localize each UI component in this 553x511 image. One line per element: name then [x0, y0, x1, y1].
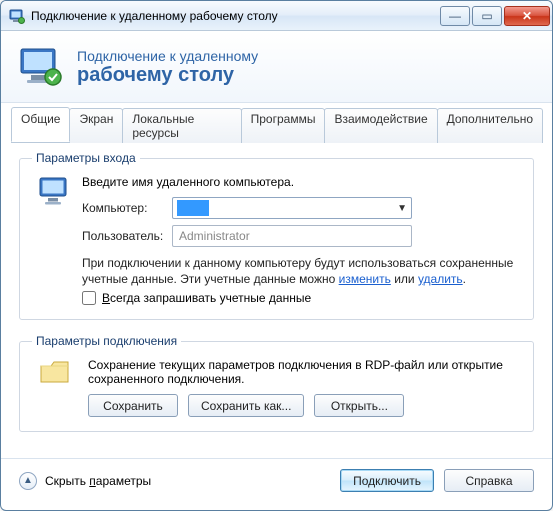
- minimize-button[interactable]: —: [440, 6, 470, 26]
- always-ask-label: Всегда запрашивать учетные данные: [102, 291, 311, 305]
- login-group: Параметры входа Введите имя удаленного к…: [19, 151, 534, 320]
- tab-strip: Общие Экран Локальные ресурсы Программы …: [11, 107, 542, 143]
- always-ask-input[interactable]: [82, 291, 96, 305]
- header-banner: Подключение к удаленному рабочему столу: [1, 31, 552, 103]
- window-title: Подключение к удаленному рабочему столу: [31, 9, 440, 23]
- hide-options-toggle[interactable]: ▲ Скрыть параметры: [19, 472, 151, 490]
- tab-programs[interactable]: Программы: [241, 108, 326, 143]
- folder-icon: [32, 358, 78, 417]
- open-button[interactable]: Открыть...: [314, 394, 404, 417]
- connection-group: Параметры подключения Сохранение текущих…: [19, 334, 534, 432]
- computer-value: [177, 200, 209, 216]
- save-as-button[interactable]: Сохранить как...: [188, 394, 304, 417]
- tab-advanced[interactable]: Дополнительно: [437, 108, 543, 143]
- connect-button[interactable]: Подключить: [340, 469, 434, 492]
- tab-display[interactable]: Экран: [69, 108, 123, 143]
- connection-legend: Параметры подключения: [32, 334, 181, 348]
- chevron-up-icon: ▲: [19, 472, 37, 490]
- user-label: Пользователь:: [82, 229, 172, 243]
- maximize-button[interactable]: ▭: [472, 6, 502, 26]
- login-intro: Введите имя удаленного компьютера.: [82, 175, 521, 189]
- hide-options-label: Скрыть параметры: [45, 474, 151, 488]
- tab-experience[interactable]: Взаимодействие: [324, 108, 437, 143]
- computer-icon: [32, 175, 78, 305]
- login-legend: Параметры входа: [32, 151, 140, 165]
- computer-combo[interactable]: ▼: [172, 197, 412, 219]
- credentials-note: При подключении к данному компьютеру буд…: [82, 255, 521, 287]
- computer-label: Компьютер:: [82, 201, 172, 215]
- close-button[interactable]: ✕: [504, 6, 550, 26]
- username-input[interactable]: [172, 225, 412, 247]
- rdp-window: Подключение к удаленному рабочему столу …: [0, 0, 553, 511]
- help-button[interactable]: Справка: [444, 469, 534, 492]
- tab-local-resources[interactable]: Локальные ресурсы: [122, 108, 241, 143]
- title-bar[interactable]: Подключение к удаленному рабочему столу …: [1, 1, 552, 31]
- rdp-icon: [19, 45, 63, 89]
- save-button[interactable]: Сохранить: [88, 394, 178, 417]
- delete-credentials-link[interactable]: удалить: [418, 272, 463, 286]
- always-ask-checkbox[interactable]: Всегда запрашивать учетные данные: [82, 291, 521, 305]
- header-line1: Подключение к удаленному: [77, 48, 258, 64]
- app-icon: [9, 8, 25, 24]
- edit-credentials-link[interactable]: изменить: [339, 272, 391, 286]
- chevron-down-icon: ▼: [397, 203, 407, 214]
- header-line2: рабочему столу: [77, 64, 258, 86]
- tab-general[interactable]: Общие: [11, 107, 70, 142]
- footer: ▲ Скрыть параметры Подключить Справка: [1, 458, 552, 502]
- connection-text: Сохранение текущих параметров подключени…: [88, 358, 521, 386]
